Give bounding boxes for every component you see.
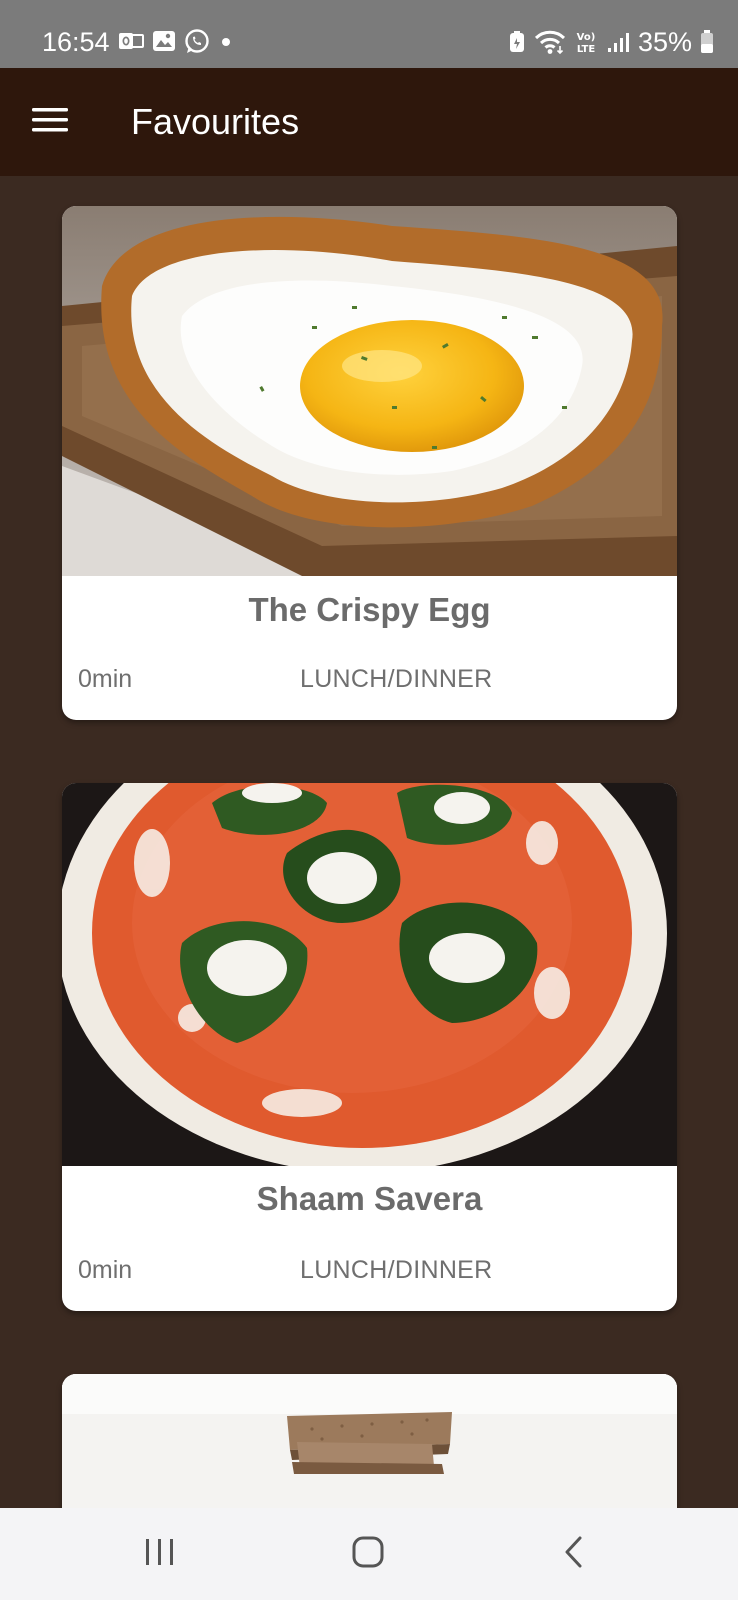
outlook-icon [118,29,144,53]
svg-text:LTE: LTE [577,44,596,55]
back-icon [562,1535,586,1574]
wifi-icon [534,29,566,55]
recipe-title: Shaam Savera [256,1180,483,1217]
recipe-category: LUNCH/DINNER [300,665,493,693]
recipe-time: 0min [78,1256,133,1284]
recipe-image-crackers [62,1374,677,1508]
system-nav-bar [0,1508,738,1600]
volte-icon: Vo) LTE [574,29,598,55]
favourites-list[interactable]: The Crispy Egg 0min LUNCH/DINNER Shaam S… [0,176,738,1508]
status-time: 16:54 [42,27,110,57]
status-bar: 16:54 Vo) LTE 35% [0,0,738,68]
back-button[interactable] [544,1530,604,1578]
recipe-card[interactable] [62,1374,677,1508]
status-system-icons: Vo) LTE 35% [508,26,714,58]
recipe-card[interactable]: The Crispy Egg 0min LUNCH/DINNER [62,206,677,720]
home-button[interactable] [338,1530,398,1578]
recipe-image-fried-egg [62,206,677,576]
recipe-category: LUNCH/DINNER [300,1256,493,1284]
battery-saver-icon [508,30,526,54]
home-icon [351,1535,385,1574]
app-bar: Favourites [0,68,738,176]
svg-text:Vo): Vo) [577,32,596,43]
recent-apps-icon [143,1537,177,1572]
menu-button[interactable] [26,104,74,140]
page-title: Favourites [131,101,300,142]
battery-percentage: 35% [637,27,692,57]
gallery-icon [152,29,176,53]
recent-apps-button[interactable] [130,1530,190,1578]
whatsapp-icon [184,28,210,54]
signal-icon [606,30,630,54]
recipe-card[interactable]: Shaam Savera 0min LUNCH/DINNER [62,783,677,1311]
dot-icon [218,29,234,53]
battery-icon [700,29,714,55]
hamburger-menu-icon [32,107,68,138]
recipe-image-shaam-savera [62,783,677,1166]
status-notification-icons [118,28,234,54]
recipe-title: The Crispy Egg [248,591,491,628]
recipe-time: 0min [78,665,133,693]
